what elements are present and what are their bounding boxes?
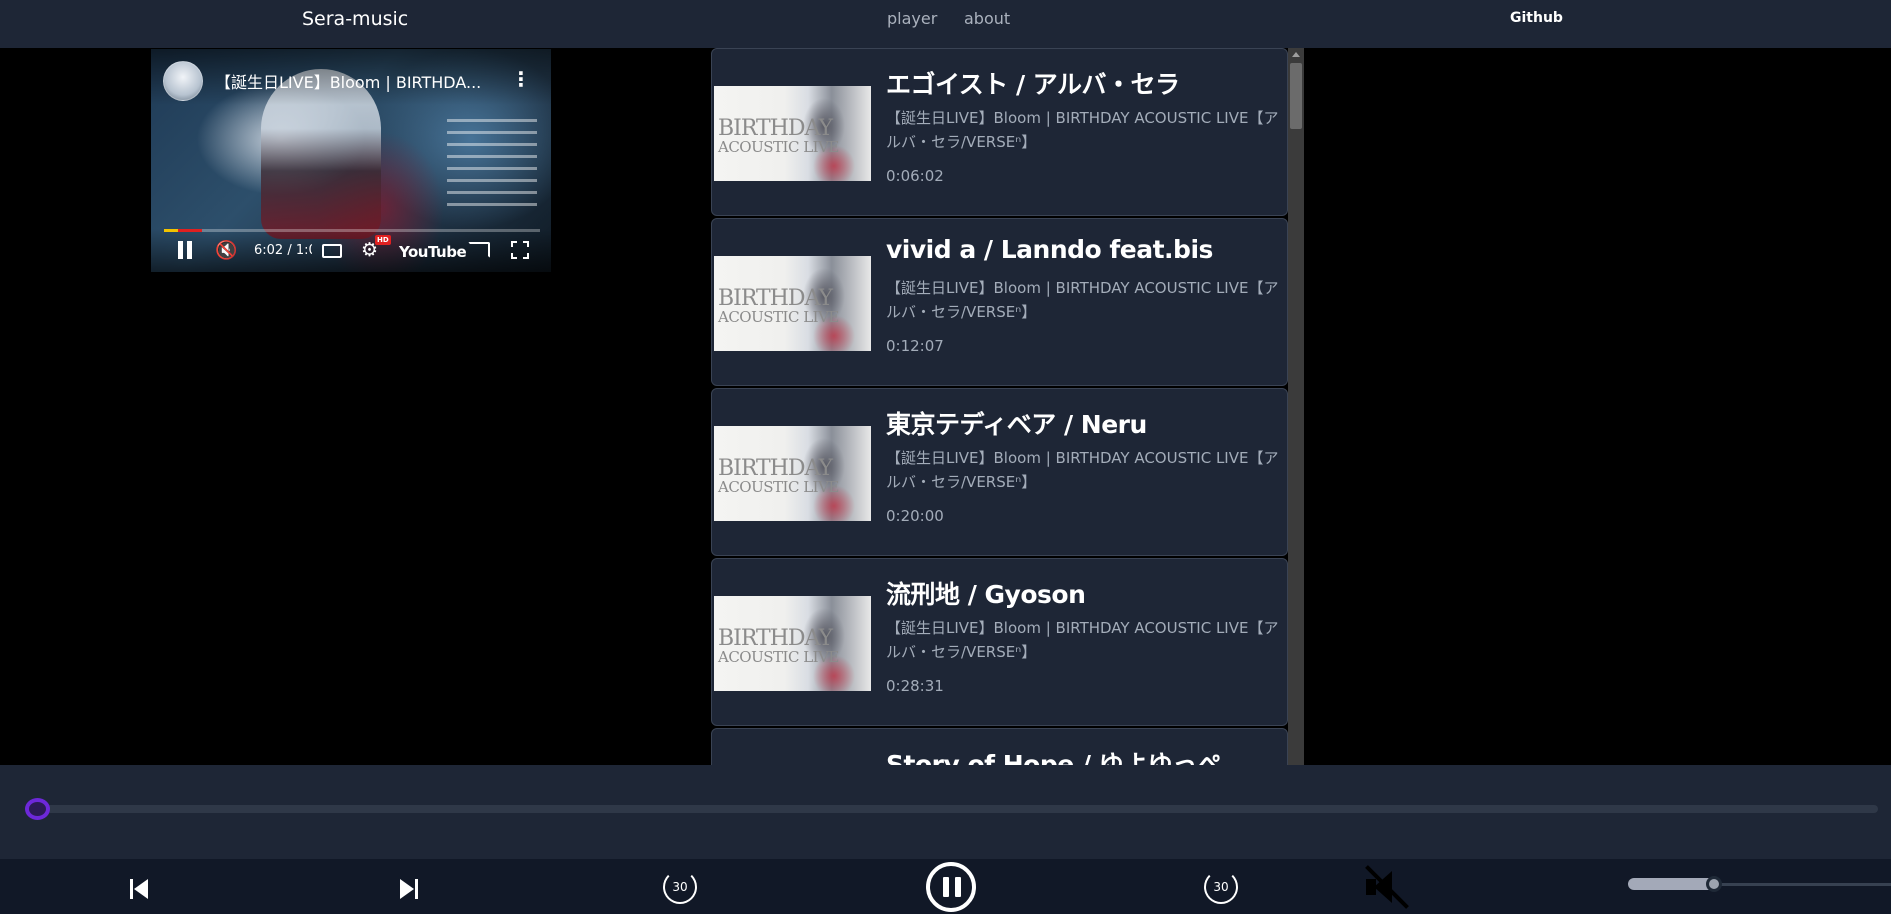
track-title: 東京テディベア / Neru — [886, 410, 1147, 439]
track-timestamp: 0:12:07 — [886, 337, 944, 355]
volume-slider-handle[interactable] — [1706, 876, 1722, 892]
video-progress-marker — [164, 229, 178, 232]
playlist[interactable]: BIRTHDAY ACOUSTIC LIVE エゴイスト / アルバ・セラ 【誕… — [711, 48, 1304, 765]
channel-avatar[interactable] — [163, 61, 203, 101]
video-mute-icon[interactable]: 🔇 — [215, 240, 237, 261]
youtube-logo[interactable]: YouTube — [399, 243, 467, 261]
track-thumbnail: BIRTHDAY ACOUSTIC LIVE — [714, 86, 871, 181]
forward-30-button[interactable]: 30 — [1204, 870, 1238, 904]
mute-speaker-icon[interactable] — [1360, 863, 1409, 911]
video-controls-backdrop — [151, 229, 551, 272]
thumbnail-text: ACOUSTIC LIVE — [718, 478, 839, 496]
thumbnail-text: ACOUSTIC LIVE — [718, 648, 839, 666]
seekbar-panel — [0, 765, 1891, 859]
hd-badge: HD — [375, 235, 391, 245]
nav-link-player[interactable]: player — [887, 9, 937, 28]
video-more-icon[interactable]: ⋮ — [511, 67, 531, 91]
rewind-30-button[interactable]: 30 — [663, 870, 697, 904]
playlist-item[interactable]: BIRTHDAY ACOUSTIC LIVE 流刑地 / Gyoson 【誕生日… — [711, 558, 1288, 726]
forward-30-label: 30 — [1213, 880, 1229, 894]
rewind-30-label: 30 — [672, 880, 688, 894]
playlist-item[interactable]: BIRTHDAY ACOUSTIC LIVE 東京テディベア / Neru 【誕… — [711, 388, 1288, 556]
video-time: 6:02 / 1:0( — [254, 243, 312, 258]
youtube-embed[interactable]: 【誕生日LIVE】Bloom | BIRTHDA... ⋮ 🔇 6:02 / 1… — [151, 49, 551, 272]
track-description: 【誕生日LIVE】Bloom | BIRTHDAY ACOUSTIC LIVE【… — [886, 279, 1279, 321]
track-timestamp: 0:28:31 — [886, 677, 944, 695]
skip-next-icon[interactable] — [400, 879, 418, 899]
seek-slider[interactable] — [36, 805, 1878, 813]
track-title: 流刑地 / Gyoson — [886, 580, 1086, 609]
skip-previous-icon[interactable] — [130, 879, 148, 899]
playlist-item[interactable]: BIRTHDAY ACOUSTIC LIVE vivid a / Lanndo … — [711, 218, 1288, 386]
track-thumbnail: BIRTHDAY ACOUSTIC LIVE — [714, 426, 871, 521]
thumbnail-text: ACOUSTIC LIVE — [718, 138, 839, 156]
brand-logo[interactable]: Sera-music — [302, 8, 408, 30]
video-title[interactable]: 【誕生日LIVE】Bloom | BIRTHDA... — [215, 69, 481, 93]
track-title: Story of Hope / ゆよゆっぺ — [886, 750, 1222, 765]
scroll-up-arrow-icon[interactable] — [1292, 52, 1300, 57]
pause-button[interactable] — [926, 862, 976, 912]
track-thumbnail: BIRTHDAY ACOUSTIC LIVE — [714, 256, 871, 351]
thumbnail-text: ACOUSTIC LIVE — [718, 308, 839, 326]
player-controls: 30 30 — [0, 859, 1891, 914]
video-pause-icon[interactable] — [177, 241, 193, 259]
playlist-item[interactable]: Story of Hope / ゆよゆっぺ — [711, 728, 1288, 765]
playlist-scrollbar[interactable] — [1288, 48, 1304, 765]
track-timestamp: 0:06:02 — [886, 167, 944, 185]
track-title: エゴイスト / アルバ・セラ — [886, 70, 1180, 99]
track-thumbnail: BIRTHDAY ACOUSTIC LIVE — [714, 596, 871, 691]
video-decorative-text — [447, 119, 537, 215]
track-timestamp: 0:20:00 — [886, 507, 944, 525]
nav-link-github[interactable]: Github — [1510, 10, 1563, 26]
cast-icon[interactable] — [468, 242, 490, 258]
playlist-item[interactable]: BIRTHDAY ACOUSTIC LIVE エゴイスト / アルバ・セラ 【誕… — [711, 48, 1288, 216]
volume-slider-fill — [1628, 878, 1715, 890]
track-description: 【誕生日LIVE】Bloom | BIRTHDAY ACOUSTIC LIVE【… — [886, 109, 1279, 151]
video-progress-bar[interactable] — [164, 229, 540, 232]
track-title: vivid a / Lanndo feat.bis — [886, 235, 1213, 264]
track-description: 【誕生日LIVE】Bloom | BIRTHDAY ACOUSTIC LIVE【… — [886, 619, 1279, 661]
track-description: 【誕生日LIVE】Bloom | BIRTHDAY ACOUSTIC LIVE【… — [886, 449, 1279, 491]
seek-slider-handle[interactable] — [25, 798, 50, 820]
nav-link-about[interactable]: about — [964, 9, 1010, 28]
subtitles-icon[interactable] — [322, 244, 342, 258]
fullscreen-icon[interactable] — [511, 241, 529, 259]
top-navbar: Sera-music player about Github — [0, 0, 1891, 48]
scrollbar-thumb[interactable] — [1290, 63, 1302, 129]
